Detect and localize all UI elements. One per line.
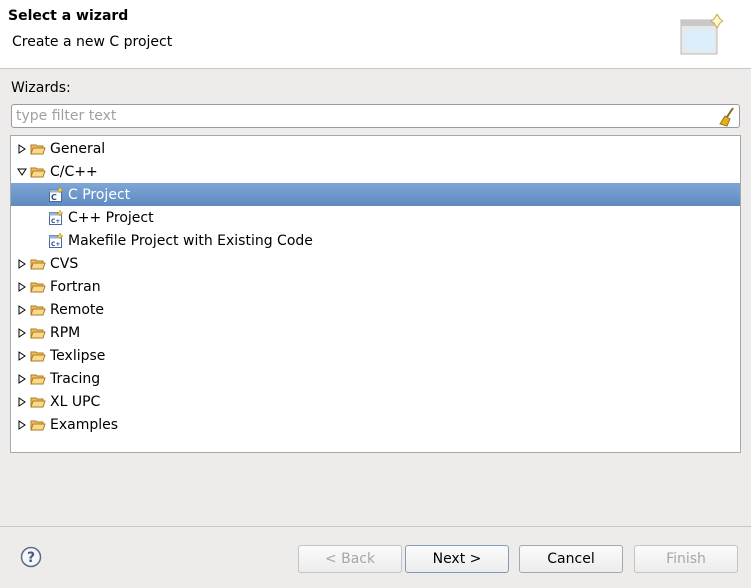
- collapsed-arrow-icon[interactable]: [14, 302, 30, 318]
- tree-item[interactable]: C+ Makefile Project with Existing Code: [11, 229, 740, 252]
- tree-item-label: C Project: [68, 186, 131, 203]
- tree-item-label: RPM: [50, 324, 81, 341]
- svg-text:?: ?: [27, 550, 35, 566]
- tree-item[interactable]: CVS: [11, 252, 740, 275]
- collapsed-arrow-icon[interactable]: [14, 256, 30, 272]
- wizard-banner-icon: [680, 14, 723, 55]
- cpp-project-icon: C+: [48, 208, 64, 226]
- button-bar-divider: [0, 526, 751, 527]
- folder-icon: [30, 141, 46, 157]
- tree-item-label: C/C++: [50, 163, 98, 180]
- tree-item-label: Tracing: [50, 370, 101, 387]
- tree-item[interactable]: RPM: [11, 321, 740, 344]
- wizard-tree[interactable]: General C/C++ C C Project C+ C++ Project C+ Mak…: [10, 135, 741, 453]
- tree-item[interactable]: C C Project: [11, 183, 740, 206]
- tree-item-label: Makefile Project with Existing Code: [68, 232, 313, 249]
- next-button[interactable]: Next >: [405, 545, 509, 573]
- tree-item[interactable]: General: [11, 137, 740, 160]
- tree-item[interactable]: Fortran: [11, 275, 740, 298]
- filter-field[interactable]: [11, 104, 740, 128]
- cpp-project-icon: C+: [48, 231, 64, 249]
- collapsed-arrow-icon[interactable]: [14, 279, 30, 295]
- folder-icon: [30, 164, 46, 180]
- folder-icon: [30, 348, 46, 364]
- svg-text:C+: C+: [51, 218, 60, 225]
- folder-icon: [30, 417, 46, 433]
- tree-item[interactable]: C+ C++ Project: [11, 206, 740, 229]
- help-icon[interactable]: ?: [20, 546, 42, 568]
- page-subtitle: Create a new C project: [12, 34, 173, 50]
- tree-item-label: Remote: [50, 301, 105, 318]
- collapsed-arrow-icon[interactable]: [14, 371, 30, 387]
- tree-item[interactable]: Texlipse: [11, 344, 740, 367]
- folder-icon: [30, 279, 46, 295]
- tree-item[interactable]: Tracing: [11, 367, 740, 390]
- folder-icon: [30, 302, 46, 318]
- cancel-button[interactable]: Cancel: [519, 545, 623, 573]
- collapsed-arrow-icon[interactable]: [14, 141, 30, 157]
- finish-button[interactable]: Finish: [634, 545, 738, 573]
- collapsed-arrow-icon[interactable]: [14, 417, 30, 433]
- tree-item[interactable]: C/C++: [11, 160, 740, 183]
- expanded-arrow-icon[interactable]: [14, 164, 30, 180]
- collapsed-arrow-icon[interactable]: [14, 348, 30, 364]
- back-button[interactable]: < Back: [298, 545, 402, 573]
- svg-text:C+: C+: [51, 241, 60, 248]
- clear-filter-icon[interactable]: [718, 107, 736, 127]
- wizard-header: Select a wizard Create a new C project: [0, 0, 751, 69]
- tree-item-label: XL UPC: [50, 393, 101, 410]
- folder-icon: [30, 325, 46, 341]
- wizards-label: Wizards:: [11, 80, 71, 96]
- tree-item-label: Examples: [50, 416, 119, 433]
- svg-text:C: C: [51, 193, 57, 202]
- tree-item-label: Texlipse: [50, 347, 106, 364]
- tree-item-label: C++ Project: [68, 209, 154, 226]
- collapsed-arrow-icon[interactable]: [14, 325, 30, 341]
- filter-input[interactable]: [12, 105, 702, 127]
- tree-item[interactable]: XL UPC: [11, 390, 740, 413]
- collapsed-arrow-icon[interactable]: [14, 394, 30, 410]
- folder-icon: [30, 394, 46, 410]
- tree-item-label: CVS: [50, 255, 79, 272]
- c-project-icon: C: [48, 185, 64, 203]
- tree-item[interactable]: Examples: [11, 413, 740, 436]
- page-title: Select a wizard: [8, 8, 129, 24]
- folder-icon: [30, 256, 46, 272]
- tree-item-label: General: [50, 140, 106, 157]
- tree-item-label: Fortran: [50, 278, 101, 295]
- folder-icon: [30, 371, 46, 387]
- tree-item[interactable]: Remote: [11, 298, 740, 321]
